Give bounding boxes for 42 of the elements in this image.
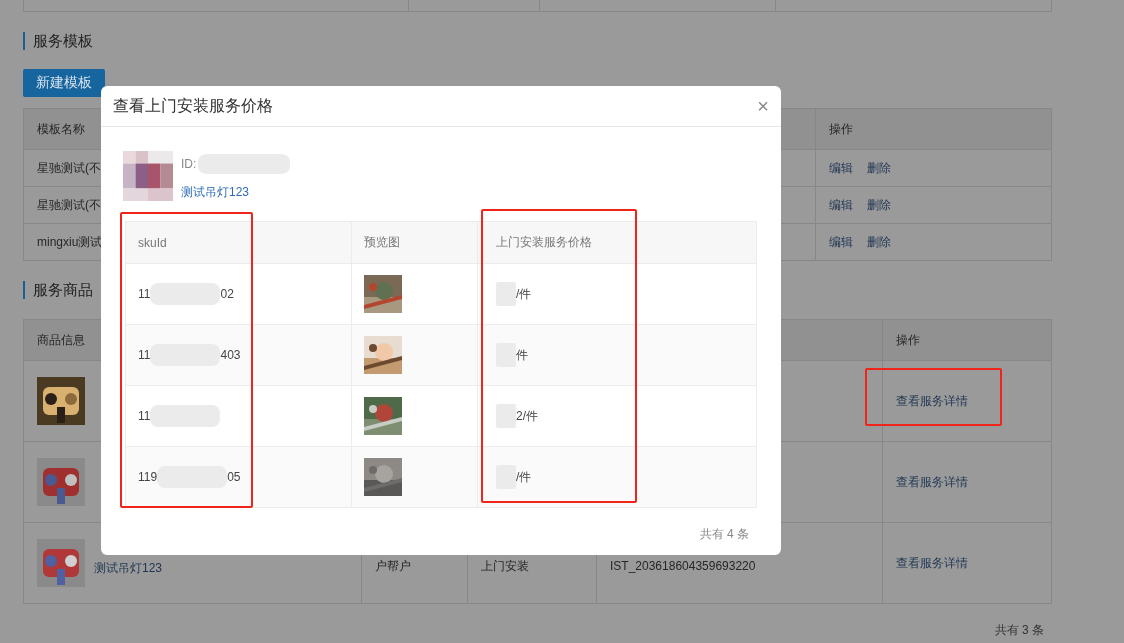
sku-id-text: 11 bbox=[138, 409, 151, 423]
new-template-button[interactable]: 新建模板 bbox=[23, 69, 105, 97]
edit-link[interactable]: 编辑 bbox=[829, 159, 853, 177]
sku-id-text: 02 bbox=[220, 287, 234, 301]
sku-id-text: 11 bbox=[138, 348, 151, 362]
delete-link[interactable]: 删除 bbox=[867, 196, 891, 214]
view-details-link[interactable]: 查看服务详情 bbox=[896, 392, 968, 410]
view-details-link[interactable]: 查看服务详情 bbox=[896, 473, 968, 491]
column-header: 上门安装服务价格 bbox=[496, 234, 592, 251]
close-button[interactable]: × bbox=[757, 96, 769, 116]
total-count: 共有 4 条 bbox=[699, 526, 749, 543]
sku-id-text: 05 bbox=[227, 470, 241, 484]
sku-id-text: 119 bbox=[138, 470, 158, 484]
view-details-link[interactable]: 查看服务详情 bbox=[896, 554, 968, 572]
price-text: /件 bbox=[516, 468, 532, 486]
column-header: 操作 bbox=[896, 331, 920, 349]
edit-link[interactable]: 编辑 bbox=[829, 233, 853, 251]
column-header: 预览图 bbox=[364, 234, 400, 251]
column-header: 操作 bbox=[829, 120, 853, 138]
dialog-title: 查看上门安装服务价格 bbox=[113, 95, 273, 116]
column-header: 模板名称 bbox=[37, 120, 85, 138]
edit-link[interactable]: 编辑 bbox=[829, 196, 853, 214]
delete-link[interactable]: 删除 bbox=[867, 233, 891, 251]
section-title: 服务模板 bbox=[23, 32, 93, 50]
sku-id-text: 11 bbox=[138, 287, 151, 301]
section-title: 服务商品 bbox=[23, 281, 93, 299]
table-cell: mingxiu测试 bbox=[37, 233, 103, 251]
price-text: 2/件 bbox=[516, 407, 538, 425]
id-label: ID: bbox=[181, 157, 197, 171]
table-cell: 户帮户 bbox=[375, 557, 411, 575]
product-name-link[interactable]: 测试吊灯123 bbox=[181, 184, 291, 201]
table-cell: 上门安装 bbox=[481, 557, 529, 575]
total-count: 共有 3 条 bbox=[994, 622, 1044, 639]
table-cell: IST_203618604359693220 bbox=[610, 559, 756, 573]
column-header: skuId bbox=[138, 235, 167, 250]
price-text: 件 bbox=[516, 346, 528, 364]
delete-link[interactable]: 删除 bbox=[867, 159, 891, 177]
table-cell: 星驰测试(不 bbox=[37, 159, 101, 177]
sku-id-text: 403 bbox=[220, 348, 241, 362]
column-header: 商品信息 bbox=[37, 331, 85, 349]
price-text: /件 bbox=[516, 285, 532, 303]
table-cell: 星驰测试(不 bbox=[37, 196, 101, 214]
